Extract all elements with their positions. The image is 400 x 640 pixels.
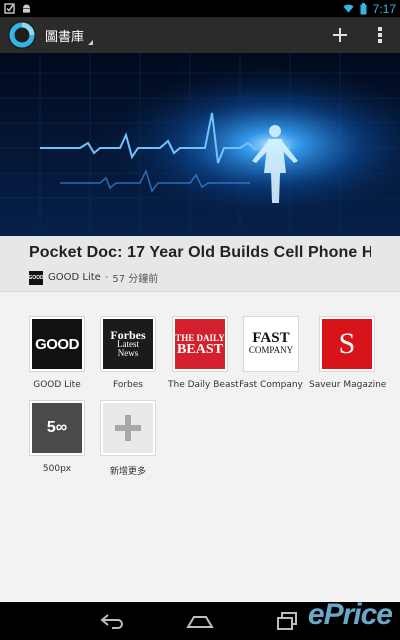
plus-icon [333,28,347,42]
library-item-label: 500px [42,464,72,474]
story-age: 57 分鐘前 [112,274,159,285]
fast-company-logo: FAST COMPANY [246,319,296,369]
fast-company-logo-line: COMPANY [248,345,294,355]
library-item-label: 新增更多 [109,467,146,477]
library-item-daily-beast[interactable]: THE DAILY BEAST The Daily Beast [168,316,239,390]
plus-icon [115,415,141,441]
library-item-label: Forbes [112,380,143,390]
add-button[interactable] [320,17,360,53]
daily-beast-logo-line: BEAST [177,342,223,357]
library-item-forbes[interactable]: Forbes Latest News Forbes [96,316,160,390]
wifi-icon [343,4,354,13]
eprice-watermark: ePrice [307,598,393,631]
add-more-tile [103,403,153,453]
good-lite-logo: GOOD [32,319,82,369]
heartbeat-hologram-image [0,53,400,236]
app-logo-icon[interactable] [7,20,37,50]
recent-apps-button[interactable] [267,606,307,636]
battery-icon [360,2,367,14]
500px-logo: 5∞ [32,403,82,453]
page-title: 圖書庫 [45,30,85,45]
home-icon [186,616,214,628]
meta-separator: - [104,272,109,283]
screen: 7:17 圖書庫 Pocket Doc: 17 Year Old Builds … [0,0,400,640]
recent-apps-icon [276,612,297,630]
library-item-label: Saveur Magazine [309,380,387,390]
clock: 7:17 [372,1,396,16]
library-item-500px[interactable]: 5∞ 500px [25,400,89,474]
library-item-label: Fast Company [239,380,303,390]
checkbox-notification-icon [4,3,15,14]
library-item-saveur[interactable]: S Saveur Magazine [309,316,387,390]
status-bar: 7:17 [0,0,400,17]
featured-story-image[interactable] [0,53,400,236]
library-item-good-lite[interactable]: GOOD GOOD Lite [25,316,89,390]
back-button[interactable] [93,606,133,636]
featured-story-headline: Pocket Doc: 17 Year Old Builds Cell Phon… [29,244,371,261]
featured-story-meta: GOOD GOOD Lite - 57 分鐘前 [28,270,371,285]
forbes-logo-line: News [117,347,139,358]
forbes-logo: Forbes Latest News [103,319,153,369]
add-more-button[interactable]: 新增更多 [96,400,160,477]
dropdown-indicator-icon [88,40,94,45]
library-item-label: The Daily Beast [168,380,239,390]
library-item-fast-company[interactable]: FAST COMPANY Fast Company [239,316,303,390]
story-source: GOOD Lite [48,272,101,283]
daily-beast-logo: THE DAILY BEAST [175,319,225,369]
back-icon [100,614,124,629]
saveur-logo: S [322,319,372,369]
featured-story-caption[interactable]: Pocket Doc: 17 Year Old Builds Cell Phon… [0,236,400,292]
android-notification-icon [23,4,30,13]
action-bar: 圖書庫 [0,17,400,53]
fast-company-logo-line: FAST [252,330,290,346]
overflow-menu-icon [378,27,382,43]
overflow-menu-button[interactable] [360,17,400,53]
library-item-label: GOOD Lite [33,380,81,390]
good-source-logo: GOOD [28,270,44,285]
home-button[interactable] [180,606,220,636]
library-dropdown[interactable]: 圖書庫 [45,21,94,49]
